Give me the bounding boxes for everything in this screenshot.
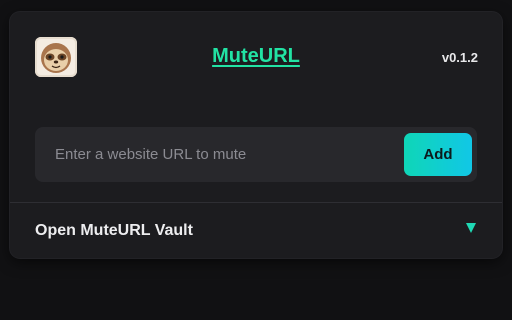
version-label: v0.1.2 [441, 50, 478, 65]
vault-label: Open MuteURL Vault [35, 222, 193, 239]
url-form: Add [35, 127, 477, 182]
url-input[interactable] [35, 127, 395, 182]
triangle-down-icon [466, 223, 476, 233]
header: MuteURL v0.1.2 [10, 12, 502, 102]
popup-panel: MuteURL v0.1.2 Add Open MuteURL Vault [10, 12, 502, 258]
app-title[interactable]: MuteURL [10, 45, 502, 68]
vault-toggle[interactable]: Open MuteURL Vault [10, 203, 502, 258]
add-button[interactable]: Add [404, 133, 472, 176]
